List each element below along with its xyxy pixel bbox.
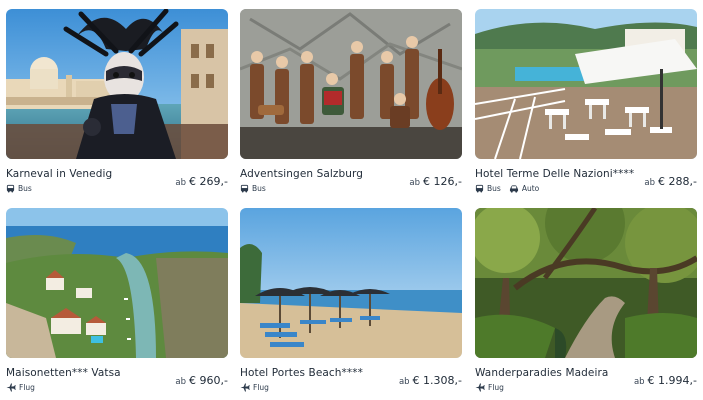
transport-tag-flight: Flug	[475, 383, 504, 392]
venice-carnival-photo	[6, 9, 228, 159]
transport-list: Flug	[475, 383, 504, 392]
offer-card-hotel-portes-beach[interactable]: Hotel Portes Beach**** ab € 1.308,- Flug	[240, 208, 462, 398]
madeira-forest-path-photo	[475, 208, 697, 358]
transport-label: Bus	[18, 184, 32, 193]
offer-card-karneval-venedig[interactable]: Karneval in Venedig ab € 269,- Bus	[6, 9, 228, 199]
plane-icon	[475, 383, 485, 392]
offer-title[interactable]: Karneval in Venedig	[6, 168, 112, 180]
transport-tag-car: Auto	[509, 184, 539, 193]
offer-price: ab € 1.994,-	[634, 374, 697, 387]
offer-image[interactable]	[475, 208, 697, 358]
plane-icon	[6, 383, 16, 392]
offer-image[interactable]	[240, 9, 462, 159]
price-prefix: ab	[175, 178, 187, 188]
transport-label: Bus	[252, 184, 266, 193]
transport-tag-bus: Bus	[6, 184, 32, 193]
price-prefix: ab	[644, 178, 656, 188]
transport-list: Bus	[6, 184, 32, 193]
transport-list: Flug	[240, 383, 269, 392]
transport-tag-bus: Bus	[240, 184, 266, 193]
price-amount: € 126,-	[423, 175, 462, 188]
bus-icon	[6, 184, 15, 193]
transport-tag-bus: Bus	[475, 184, 501, 193]
offer-card-maisonetten-vatsa[interactable]: Maisonetten*** Vatsa ab € 960,- Flug	[6, 208, 228, 398]
transport-list: Flug	[6, 383, 35, 392]
plane-icon	[240, 383, 250, 392]
offer-price: ab € 269,-	[175, 175, 228, 188]
price-prefix: ab	[409, 178, 421, 188]
car-icon	[509, 185, 518, 193]
offer-grid: Karneval in Venedig ab € 269,- Bus Adven…	[0, 0, 703, 400]
price-prefix: ab	[633, 377, 645, 387]
transport-tag-flight: Flug	[240, 383, 269, 392]
offer-card-hotel-terme-delle-nazioni[interactable]: Hotel Terme Delle Nazioni**** ab € 288,- …	[475, 9, 697, 199]
price-amount: € 1.994,-	[647, 374, 697, 387]
transport-label: Flug	[253, 383, 269, 392]
transport-tag-flight: Flug	[6, 383, 35, 392]
offer-price: ab € 126,-	[409, 175, 462, 188]
price-amount: € 269,-	[189, 175, 228, 188]
bus-icon	[475, 184, 484, 193]
transport-label: Flug	[19, 383, 35, 392]
offer-title[interactable]: Wanderparadies Madeira	[475, 367, 608, 379]
offer-price: ab € 1.308,-	[399, 374, 462, 387]
offer-card-wanderparadies-madeira[interactable]: Wanderparadies Madeira ab € 1.994,- Flug	[475, 208, 697, 398]
offer-title[interactable]: Hotel Terme Delle Nazioni****	[475, 168, 634, 180]
offer-card-adventsingen-salzburg[interactable]: Adventsingen Salzburg ab € 126,- Bus	[240, 9, 462, 199]
transport-label: Auto	[521, 184, 540, 193]
price-prefix: ab	[398, 377, 410, 387]
beach-umbrellas-photo	[240, 208, 462, 358]
offer-title[interactable]: Hotel Portes Beach****	[240, 367, 363, 379]
offer-price: ab € 288,-	[644, 175, 697, 188]
bus-icon	[240, 184, 249, 193]
transport-label: Bus	[487, 184, 501, 193]
vatsa-coast-photo	[6, 208, 228, 358]
offer-title[interactable]: Adventsingen Salzburg	[240, 168, 363, 180]
price-amount: € 960,-	[189, 374, 228, 387]
transport-list: Bus Auto	[475, 184, 539, 193]
offer-title[interactable]: Maisonetten*** Vatsa	[6, 367, 121, 379]
offer-image[interactable]	[6, 208, 228, 358]
price-prefix: ab	[175, 377, 187, 387]
transport-label: Flug	[488, 383, 504, 392]
offer-image[interactable]	[6, 9, 228, 159]
offer-image[interactable]	[240, 208, 462, 358]
price-amount: € 288,-	[658, 175, 697, 188]
offer-price: ab € 960,-	[175, 374, 228, 387]
transport-list: Bus	[240, 184, 266, 193]
salzburg-choir-photo	[240, 9, 462, 159]
price-amount: € 1.308,-	[412, 374, 462, 387]
hotel-terrace-photo	[475, 9, 697, 159]
offer-image[interactable]	[475, 9, 697, 159]
